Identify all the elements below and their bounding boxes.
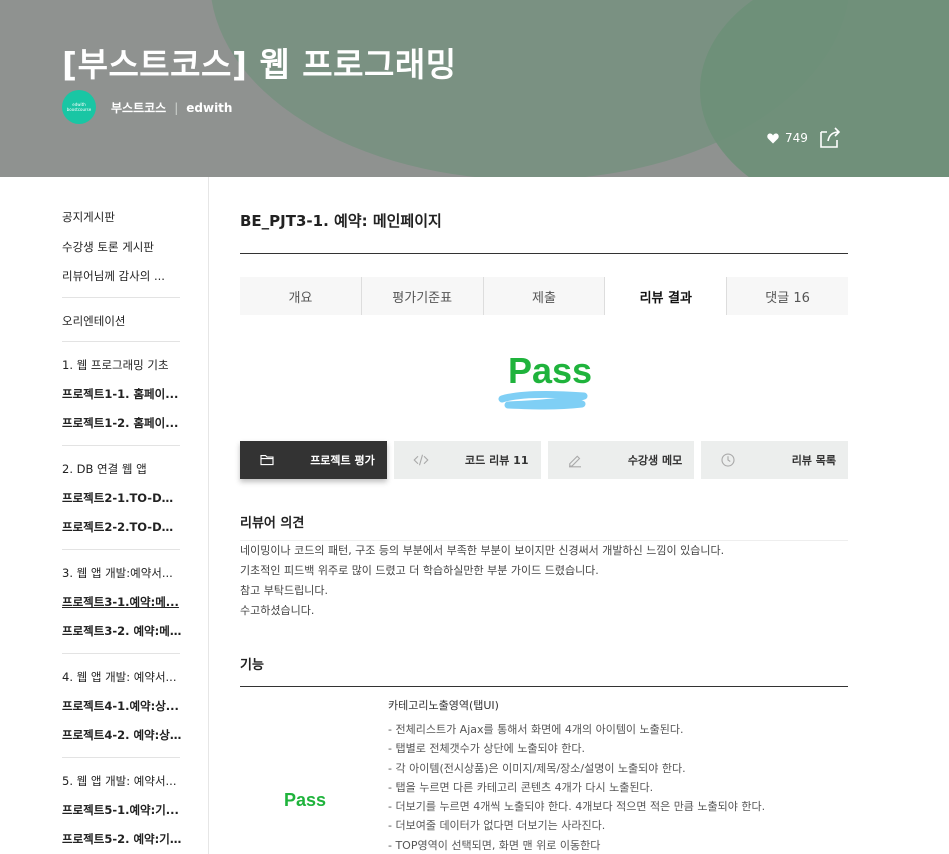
review-list-label: 리뷰 목록 [791,454,836,467]
function-heading: 기능 [240,658,264,673]
criteria-heading: 카테고리노출영역(탭UI) [388,699,499,712]
criteria-item: - 각 아이템(전시상품)은 이미지/제목/장소/설명이 노출되야 한다. [388,761,686,775]
criteria-item: - 전체리스트가 Ajax를 통해서 화면에 4개의 아이템이 노출된다. [388,723,684,736]
folder-icon [260,454,274,466]
sidebar-item-notice-board[interactable]: 공지게시판 [62,209,182,225]
student-memo-button[interactable]: 수강생 메모 [547,441,695,479]
pencil-icon [568,455,581,468]
sidebar-divider [62,757,180,758]
title-divider [240,253,848,254]
clock-icon [721,453,735,467]
org-name[interactable]: 부스트코스 [111,101,166,115]
opinion-line: 참고 부탁드립니다. [240,584,328,597]
review-list-button[interactable]: 리뷰 목록 [701,441,848,479]
platform-name[interactable]: edwith [186,101,232,115]
criteria-list: - 전체리스트가 Ajax를 통해서 화면에 4개의 아이템이 노출된다. - … [388,720,765,854]
opinion-line: 수고하셨습니다. [240,604,315,617]
tab-rubric[interactable]: 평가기준표 [362,277,484,315]
criteria-item: - 더보여줄 데이터가 없다면 더보기는 사라진다. [388,819,606,833]
sidebar-divider [62,445,180,446]
org-info: 부스트코스 | edwith [111,99,232,116]
sidebar-divider [62,297,180,298]
org-logo[interactable]: edwith boostcourse [62,90,96,124]
tab-review-result[interactable]: 리뷰 결과 [605,277,728,315]
reviewer-opinion-text: 네이밍이나 코드의 패턴, 구조 등의 부분에서 부족한 부분이 보이지만 신경… [240,541,848,621]
sidebar-item-orientation[interactable]: 오리엔테이션 [62,313,182,329]
sidebar-section-db-web-app[interactable]: 2. DB 연결 웹 앱 [62,461,182,477]
share-icon[interactable] [818,126,842,150]
sidebar-item-project-3-2[interactable]: 프로젝트3-2. 예약:메... [62,623,182,639]
sidebar-item-project-4-2[interactable]: 프로젝트4-2. 예약:상... [62,727,182,743]
sidebar-item-project-2-1[interactable]: 프로젝트2-1.TO-DO_... [62,490,182,506]
sidebar-divider [62,341,180,342]
criteria-item: - TOP영역이 선택되면, 화면 맨 위로 이동한다 [388,838,601,852]
sidebar-item-thanks-reviewer[interactable]: 리뷰어님께 감사의 ... [62,268,182,284]
course-sidebar: 공지게시판 수강생 토론 게시판 리뷰어님께 감사의 ... 오리엔테이션 1.… [0,177,209,854]
criteria-item: - 탭별로 전체갯수가 상단에 노출되야 한다. [388,742,585,756]
sidebar-item-project-2-2[interactable]: 프로젝트2-2.TO-DO_... [62,519,182,535]
sidebar-section-web-app-3[interactable]: 3. 웹 앱 개발:예약서... [62,565,182,581]
sidebar-divider [62,653,180,654]
code-icon [413,454,429,466]
sidebar-item-discussion-board[interactable]: 수강생 토론 게시판 [62,239,182,255]
org-separator: | [174,101,179,115]
course-title: [부스트코스] 웹 프로그래밍 [62,45,457,84]
function-divider [240,686,848,687]
criteria-item: - 탭을 누르면 다른 카테고리 콘텐츠 4개가 다시 노출된다. [388,780,654,794]
sidebar-item-project-5-2[interactable]: 프로젝트5-2. 예약:기... [62,831,182,847]
sidebar-section-web-basics[interactable]: 1. 웹 프로그래밍 기초 [62,357,182,373]
project-evaluation-label: 프로젝트 평가 [310,454,375,467]
code-review-label: 코드 리뷰 11 [465,454,529,467]
tab-comments[interactable]: 댓글 16 [727,277,848,315]
sidebar-divider [62,549,180,550]
review-action-bar: 프로젝트 평가 코드 리뷰 11 수강생 메모 리뷰 목록 [240,441,848,479]
student-memo-label: 수강생 메모 [627,454,683,467]
sidebar-section-web-app-5[interactable]: 5. 웹 앱 개발: 예약서... [62,773,182,789]
sidebar-item-project-1-2[interactable]: 프로젝트1-2. 홈페이... [62,415,182,431]
sidebar-item-project-4-1[interactable]: 프로젝트4-1.예약:상... [62,698,182,714]
content-tabs: 개요 평가기준표 제출 리뷰 결과 댓글 16 [240,277,848,315]
like-button[interactable]: 749 [767,131,808,145]
reviewer-opinion-heading: 리뷰어 의견 [240,516,305,531]
criteria-item: - 더보기를 누르면 4개씩 노출되야 한다. 4개보다 적으면 적은 만큼 노… [388,800,766,814]
sidebar-section-web-app-4[interactable]: 4. 웹 앱 개발: 예약서... [62,669,182,685]
opinion-line: 기초적인 피드백 위주로 많이 드렸고 더 학습하실만한 부분 가이드 드렸습니… [240,564,599,577]
course-header: [부스트코스] 웹 프로그래밍 edwith boostcourse 부스트코스… [0,0,949,177]
code-review-button[interactable]: 코드 리뷰 11 [393,441,541,479]
review-result-status: Pass [508,350,593,391]
project-evaluation-button[interactable]: 프로젝트 평가 [240,441,387,479]
heart-icon [767,133,779,143]
like-count: 749 [785,131,808,145]
sidebar-item-project-5-1[interactable]: 프로젝트5-1.예약:기... [62,802,182,818]
tab-submission[interactable]: 제출 [484,277,606,315]
opinion-line: 네이밍이나 코드의 패턴, 구조 등의 부분에서 부족한 부분이 보이지만 신경… [240,544,725,557]
page-title: BE_PJT3-1. 예약: 메인페이지 [240,212,442,230]
sidebar-item-project-1-1[interactable]: 프로젝트1-1. 홈페이... [62,386,182,402]
sidebar-item-project-3-1[interactable]: 프로젝트3-1.예약:메... [62,594,182,610]
header-decoration [700,0,949,177]
function-result-status: Pass [284,790,327,810]
tab-overview[interactable]: 개요 [240,277,362,315]
